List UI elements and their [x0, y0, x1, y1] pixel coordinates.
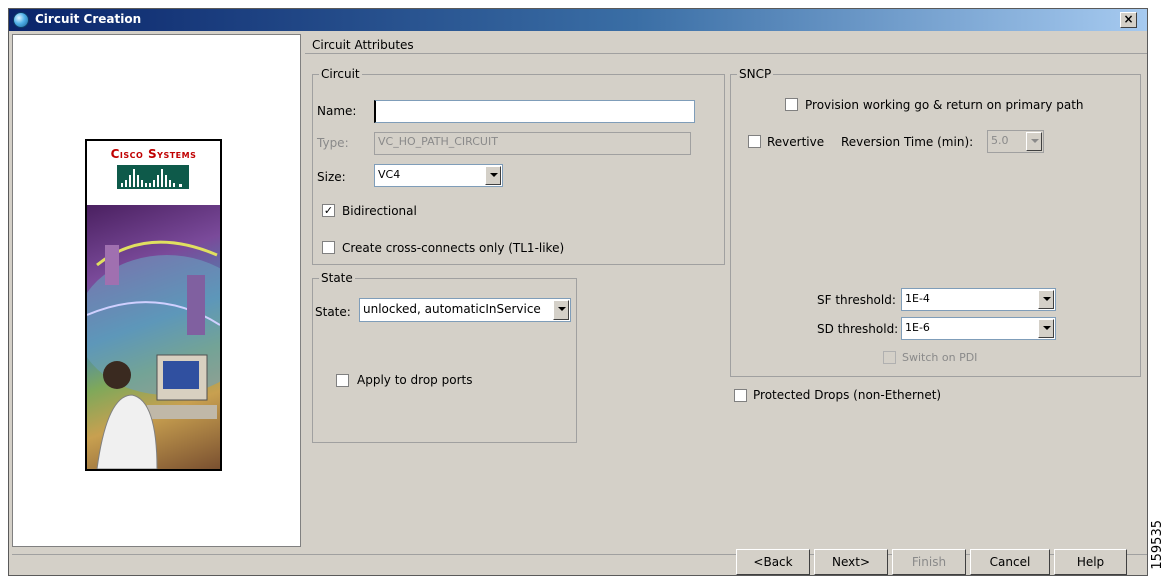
sf-threshold-select[interactable]: 1E-4: [901, 288, 1056, 311]
switch-pdi-label: Switch on PDI: [902, 351, 978, 364]
cross-connects-checkbox[interactable]: [322, 241, 335, 254]
cancel-button[interactable]: Cancel: [970, 549, 1050, 575]
bidirectional-checkbox[interactable]: ✓: [322, 204, 335, 217]
window-title: Circuit Creation: [35, 12, 142, 26]
state-select[interactable]: unlocked, automaticInService: [359, 298, 571, 322]
app-globe-icon: [13, 12, 29, 28]
bidirectional-label: Bidirectional: [342, 204, 417, 218]
wizard-side-panel: Cisco Systems: [12, 34, 301, 547]
state-label: State:: [315, 305, 351, 319]
switch-pdi-checkbox: [883, 351, 896, 364]
state-group: State State: unlocked, automaticInServic…: [312, 271, 577, 443]
apply-drop-ports-checkbox[interactable]: [336, 374, 349, 387]
revertive-checkbox[interactable]: [748, 135, 761, 148]
page-title: Circuit Attributes: [312, 38, 414, 52]
finish-button: Finish: [892, 549, 966, 575]
figure-number: 159535: [1150, 520, 1165, 570]
chevron-down-icon[interactable]: [485, 166, 501, 185]
cisco-logo-text: Cisco Systems: [110, 147, 197, 161]
sf-threshold-value: 1E-4: [905, 292, 930, 305]
size-select-value: VC4: [378, 168, 401, 181]
reversion-time-value: 5.0: [991, 134, 1009, 147]
next-button[interactable]: Next>: [814, 549, 888, 575]
content-header: Circuit Attributes: [305, 34, 1147, 54]
network-illustration: [87, 205, 220, 469]
back-button[interactable]: <Back: [736, 549, 810, 575]
chevron-down-icon[interactable]: [1038, 319, 1054, 338]
state-group-label: State: [319, 271, 355, 285]
type-label: Type:: [317, 136, 349, 150]
circuit-creation-window: Circuit Creation × Cisco Systems Circuit…: [8, 8, 1148, 576]
sd-threshold-value: 1E-6: [905, 321, 930, 334]
protected-drops-checkbox[interactable]: [734, 389, 747, 402]
close-button[interactable]: ×: [1120, 12, 1137, 28]
circuit-group: Circuit Name: Type: VC_HO_PATH_CIRCUIT S…: [312, 67, 725, 265]
reversion-time-label: Reversion Time (min):: [841, 135, 974, 149]
revertive-label: Revertive: [767, 135, 825, 149]
apply-drop-ports-label: Apply to drop ports: [357, 373, 473, 387]
cross-connects-label: Create cross-connects only (TL1-like): [342, 241, 565, 255]
size-label: Size:: [317, 170, 346, 184]
provision-primary-label: Provision working go & return on primary…: [805, 98, 1084, 112]
sncp-group-label: SNCP: [737, 67, 774, 81]
sd-threshold-label: SD threshold:: [817, 322, 899, 336]
reversion-time-select: 5.0: [987, 130, 1044, 153]
cisco-bridge-icon: [117, 165, 189, 189]
chevron-down-icon: [1026, 132, 1042, 151]
protected-drops-label: Protected Drops (non-Ethernet): [753, 388, 942, 402]
chevron-down-icon[interactable]: [1038, 290, 1054, 309]
title-bar[interactable]: Circuit Creation ×: [9, 9, 1147, 31]
sd-threshold-select[interactable]: 1E-6: [901, 317, 1056, 340]
size-select[interactable]: VC4: [374, 164, 503, 187]
name-label: Name:: [317, 104, 357, 118]
help-button[interactable]: Help: [1054, 549, 1127, 575]
sf-threshold-label: SF threshold:: [817, 293, 896, 307]
chevron-down-icon[interactable]: [553, 300, 569, 320]
name-input[interactable]: [374, 100, 695, 123]
cisco-logo-image: Cisco Systems: [85, 139, 222, 471]
sncp-group: SNCP Provision working go & return on pr…: [730, 67, 1141, 377]
type-field: VC_HO_PATH_CIRCUIT: [374, 132, 691, 155]
provision-primary-checkbox[interactable]: [785, 98, 798, 111]
state-select-value: unlocked, automaticInService: [363, 302, 541, 316]
circuit-group-label: Circuit: [319, 67, 362, 81]
